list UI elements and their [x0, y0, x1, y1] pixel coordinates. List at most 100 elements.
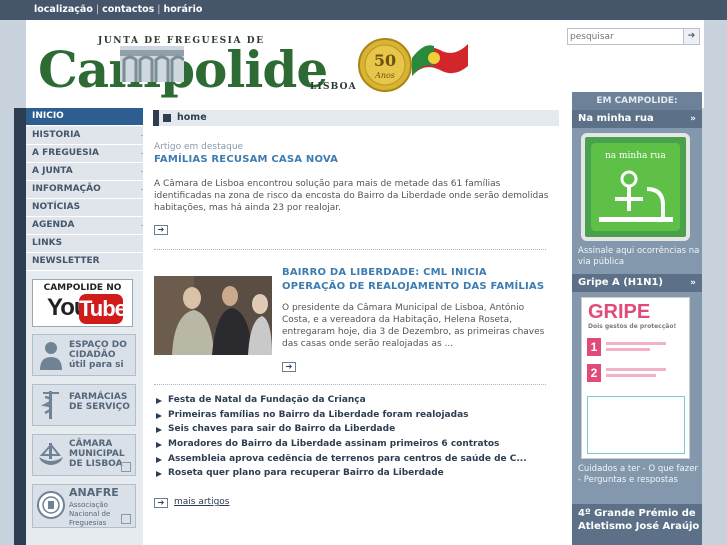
- news-item[interactable]: Primeiras famílias no Bairro da Liberdad…: [154, 410, 554, 425]
- double-arrow-icon: »: [690, 278, 696, 288]
- na-minha-rua-title: Na minha rua: [578, 113, 654, 124]
- breadcrumb-home[interactable]: home: [177, 112, 207, 123]
- poster-info-box: [587, 396, 685, 454]
- espaco-cidadao-link[interactable]: ESPAÇO DO CIDADÃO útil para si: [32, 334, 136, 376]
- search-submit-button[interactable]: ➔: [683, 29, 699, 44]
- bullet-arrow-icon: [156, 398, 162, 404]
- nav-label: NEWSLETTER: [32, 256, 100, 266]
- double-arrow-icon: »: [690, 114, 696, 124]
- top-bar: localização | contactos | horário: [0, 0, 727, 20]
- step-two-badge: 2: [587, 364, 601, 382]
- news-item-label: Roseta quer plano para recuperar Bairro …: [168, 468, 444, 479]
- nav-item-freguesia[interactable]: A FREGUESIA+: [26, 145, 155, 163]
- nav-item-informacao[interactable]: INFORMAÇÃO+: [26, 181, 155, 199]
- nav-item-noticias[interactable]: NOTÍCIAS: [26, 199, 155, 217]
- right-sidebar-heading: EM CAMPOLIDE:: [572, 92, 702, 110]
- pharmacy-icon: [41, 391, 59, 419]
- news-item-label: Assembleia aprova cedência de terrenos p…: [168, 453, 527, 464]
- home-icon: [163, 114, 171, 122]
- flag-icon: [412, 44, 468, 76]
- news-item[interactable]: Festa de Natal da Fundação da Criança: [154, 395, 554, 410]
- news-item-label: Moradores do Bairro da Liberdade assinam…: [168, 439, 500, 450]
- nav-item-newsletter[interactable]: NEWSLETTER: [26, 253, 155, 271]
- news-item[interactable]: Seis chaves para sair do Bairro da Liber…: [154, 424, 554, 439]
- external-link-icon: [121, 462, 131, 472]
- external-link-icon: [121, 514, 131, 524]
- news-item-label: Seis chaves para sair do Bairro da Liber…: [168, 424, 396, 435]
- bullet-arrow-icon: [156, 427, 162, 434]
- featured-title[interactable]: FAMÍLIAS RECUSAM CASA NOVA: [154, 154, 338, 165]
- anniversary-medal-icon: 50 Anos: [358, 38, 412, 92]
- news-item[interactable]: Moradores do Bairro da Liberdade assinam…: [154, 439, 554, 454]
- poster-text-line: [606, 368, 666, 371]
- grande-premio-title: 4º Grande Prémio de Atletismo José Araúj…: [578, 508, 700, 532]
- camara-label: CÂMARA MUNICIPAL DE LISBOA: [69, 439, 125, 469]
- top-links: localização | contactos | horário: [34, 4, 202, 15]
- gripe-a-title: Gripe A (H1N1): [578, 277, 664, 288]
- bullet-arrow-icon: [156, 456, 162, 463]
- news-item[interactable]: Roseta quer plano para recuperar Bairro …: [154, 468, 554, 483]
- youtube-promo-title: CAMPOLIDE NO: [43, 283, 122, 293]
- photo-image: [154, 276, 272, 355]
- farmacias-link[interactable]: FARMÁCIAS DE SERVIÇO: [32, 384, 136, 426]
- aqueduct-icon: [120, 46, 184, 82]
- citizen-icon: [40, 342, 62, 370]
- separator: |: [95, 4, 100, 15]
- anafre-seal-icon: [37, 491, 65, 519]
- na-minha-rua-caption: Assinale aqui ocorrências na via pública: [578, 246, 700, 267]
- link-contactos[interactable]: contactos: [102, 4, 154, 15]
- bullet-arrow-icon: [156, 442, 162, 449]
- sidebar-strip: [14, 108, 26, 545]
- nav-label: INFORMAÇÃO: [32, 184, 101, 194]
- news-list: Festa de Natal da Fundação da Criança Pr…: [154, 395, 554, 483]
- nav-item-links[interactable]: LINKS: [26, 235, 155, 253]
- youtube-promo[interactable]: CAMPOLIDE NO You Tube: [32, 279, 133, 327]
- nav-item-junta[interactable]: A JUNTA+: [26, 163, 155, 181]
- nav-item-inicio[interactable]: INICIO: [26, 108, 155, 126]
- nav-label: AGENDA: [32, 220, 75, 230]
- bullet-arrow-icon: [156, 412, 162, 419]
- poster-text-line: [606, 374, 656, 377]
- step-one-badge: 1: [587, 338, 601, 356]
- anafre-link[interactable]: ANAFRE Associação Nacional de Freguesias: [32, 484, 136, 528]
- article-photo[interactable]: [154, 276, 272, 355]
- gripe-poster-image[interactable]: GRIPE Dois gestos de protecção! 1 2: [581, 297, 690, 459]
- na-minha-rua-image[interactable]: na minha rua: [581, 133, 690, 241]
- link-horario[interactable]: horário: [164, 4, 203, 15]
- breadcrumb: home: [153, 110, 559, 126]
- anafre-title: ANAFRE: [69, 486, 119, 499]
- featured-tag: Artigo em destaque: [154, 142, 244, 152]
- svg-text:50: 50: [374, 51, 396, 70]
- gripe-a-link[interactable]: Gripe A (H1N1) »: [572, 274, 702, 292]
- nav-item-agenda[interactable]: AGENDA+: [26, 217, 155, 235]
- camara-municipal-link[interactable]: CÂMARA MUNICIPAL DE LISBOA: [32, 434, 136, 476]
- news-item-label: Festa de Natal da Fundação da Criança: [168, 395, 366, 405]
- farmacias-label: FARMÁCIAS DE SERVIÇO: [69, 392, 130, 412]
- bullet-arrow-icon: [156, 471, 162, 478]
- gripe-poster-title: GRIPE: [588, 301, 651, 323]
- news-item[interactable]: Assembleia aprova cedência de terrenos p…: [154, 454, 554, 469]
- gripe-a-caption: Cuidados a ter - O que fazer - Perguntas…: [578, 464, 698, 485]
- nav-label: A JUNTA: [32, 166, 73, 176]
- poster-text-line: [606, 342, 666, 345]
- article2-title[interactable]: BAIRRO DA LIBERDADE: CML INICIA OPERAÇÃO…: [282, 266, 552, 294]
- nav-label: NOTÍCIAS: [32, 202, 81, 212]
- nav-item-historia[interactable]: HISTORIA+: [26, 127, 155, 145]
- main-content: home Artigo em destaque FAMÍLIAS RECUSAM…: [143, 108, 572, 545]
- na-minha-rua-graphic: na minha rua: [591, 143, 680, 231]
- featured-read-more-button[interactable]: ➔: [154, 225, 168, 235]
- youtube-logo-tube: Tube: [79, 294, 127, 324]
- divider: [154, 384, 546, 385]
- link-localizacao[interactable]: localização: [34, 4, 93, 15]
- espaco-cidadao-label: ESPAÇO DO CIDADÃO útil para si: [69, 340, 127, 370]
- lisbon-crest-icon: [39, 443, 63, 465]
- na-minha-rua-link[interactable]: Na minha rua »: [572, 110, 702, 128]
- street-sign-icon: [599, 170, 673, 222]
- article2-text: O presidente da Câmara Municipal de Lisb…: [282, 303, 545, 349]
- grande-premio-link[interactable]: 4º Grande Prémio de Atletismo José Araúj…: [572, 504, 702, 545]
- right-sidebar: EM CAMPOLIDE: Na minha rua » na minha rua…: [572, 92, 702, 545]
- nav-label: LINKS: [32, 238, 63, 248]
- article2-read-more-button[interactable]: ➔: [282, 362, 296, 372]
- search-box: ➔: [567, 28, 700, 45]
- search-input[interactable]: [570, 29, 682, 44]
